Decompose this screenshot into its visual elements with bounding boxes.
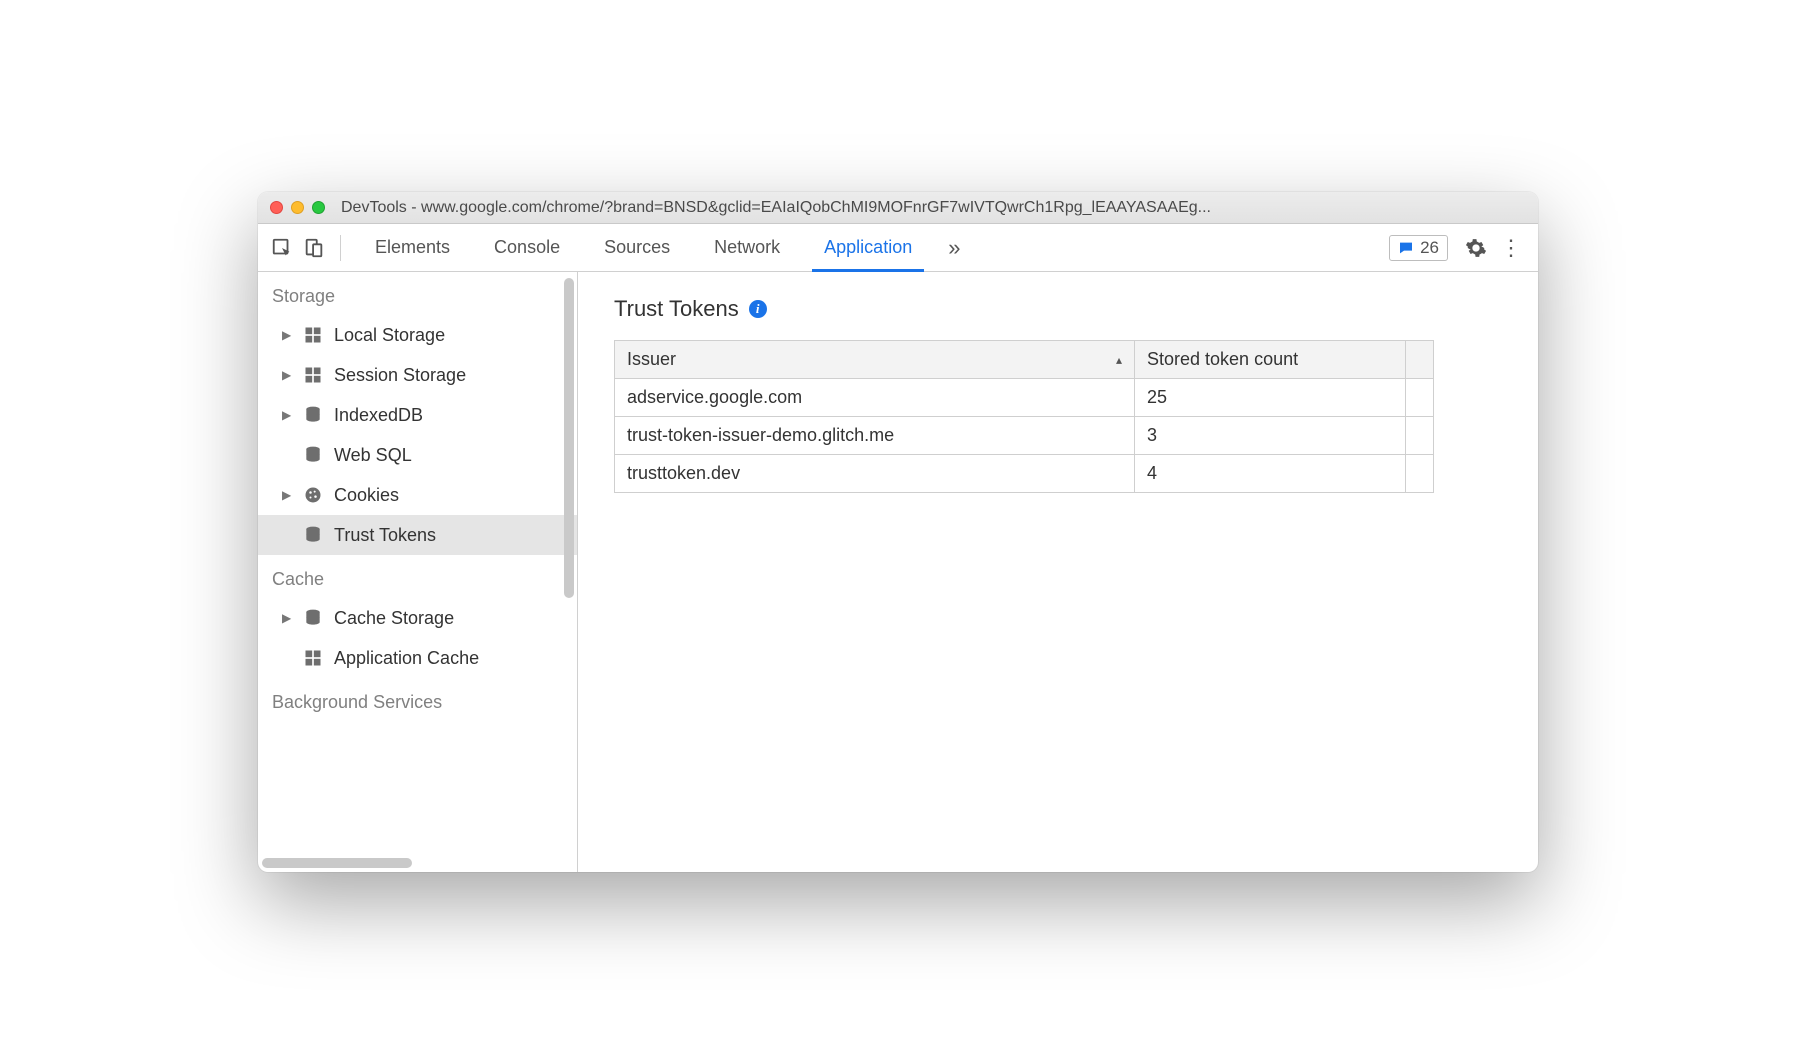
cell-issuer: trusttoken.dev	[615, 455, 1135, 493]
column-issuer[interactable]: Issuer	[615, 341, 1135, 379]
tab-application[interactable]: Application	[802, 224, 934, 271]
grid-icon	[302, 324, 324, 346]
cell-issuer: trust-token-issuer-demo.glitch.me	[615, 417, 1135, 455]
sidebar-item-cookies[interactable]: ▶ Cookies	[258, 475, 577, 515]
column-actions	[1406, 341, 1434, 379]
messages-badge[interactable]: 26	[1389, 235, 1448, 261]
sidebar-item-label: Web SQL	[334, 445, 412, 466]
devtools-window: DevTools - www.google.com/chrome/?brand=…	[258, 192, 1538, 872]
inspect-element-icon[interactable]	[268, 234, 296, 262]
tab-console[interactable]: Console	[472, 224, 582, 271]
grid-icon	[302, 647, 324, 669]
sidebar-item-local-storage[interactable]: ▶ Local Storage	[258, 315, 577, 355]
sidebar-item-session-storage[interactable]: ▶ Session Storage	[258, 355, 577, 395]
db-icon	[302, 607, 324, 629]
minimize-window-button[interactable]	[291, 201, 304, 214]
sidebar-item-indexeddb[interactable]: ▶ IndexedDB	[258, 395, 577, 435]
panel-tabs: Elements Console Sources Network Applica…	[353, 224, 974, 271]
table-row[interactable]: trusttoken.dev4	[615, 455, 1434, 493]
sidebar-scrollbar-horizontal[interactable]	[262, 858, 412, 868]
tab-sources[interactable]: Sources	[582, 224, 692, 271]
expand-arrow-icon[interactable]: ▶	[282, 328, 292, 342]
sidebar-item-cache-storage[interactable]: ▶ Cache Storage	[258, 598, 577, 638]
cookie-icon	[302, 484, 324, 506]
tab-elements[interactable]: Elements	[353, 224, 472, 271]
expand-arrow-icon[interactable]: ▶	[282, 611, 292, 625]
devtools-toolbar: Elements Console Sources Network Applica…	[258, 224, 1538, 272]
sidebar-item-trust-tokens[interactable]: Trust Tokens	[258, 515, 577, 555]
expand-arrow-icon[interactable]: ▶	[282, 408, 292, 422]
maximize-window-button[interactable]	[312, 201, 325, 214]
table-row[interactable]: trust-token-issuer-demo.glitch.me3	[615, 417, 1434, 455]
info-icon[interactable]: i	[749, 300, 767, 318]
sidebar-item-label: Application Cache	[334, 648, 479, 669]
tab-network[interactable]: Network	[692, 224, 802, 271]
sidebar-item-label: Local Storage	[334, 325, 445, 346]
application-main-pane: Trust Tokens i Issuer Stored token count…	[578, 272, 1538, 872]
grid-icon	[302, 364, 324, 386]
db-icon	[302, 404, 324, 426]
more-tabs-icon[interactable]: »	[934, 235, 974, 261]
cell-actions	[1406, 379, 1434, 417]
sidebar-item-label: Cookies	[334, 485, 399, 506]
expand-arrow-icon[interactable]: ▶	[282, 368, 292, 382]
application-sidebar: Storage ▶ Local Storage ▶ Session Storage ▶ In…	[258, 272, 578, 872]
expand-arrow-icon[interactable]: ▶	[282, 488, 292, 502]
device-toolbar-icon[interactable]	[300, 234, 328, 262]
sidebar-item-web-sql[interactable]: Web SQL	[258, 435, 577, 475]
devtools-body: Storage ▶ Local Storage ▶ Session Storage ▶ In…	[258, 272, 1538, 872]
cell-actions	[1406, 417, 1434, 455]
window-titlebar: DevTools - www.google.com/chrome/?brand=…	[258, 192, 1538, 224]
window-title: DevTools - www.google.com/chrome/?brand=…	[341, 199, 1526, 217]
cell-count: 4	[1135, 455, 1406, 493]
sidebar-group-title: Cache	[258, 555, 577, 598]
sidebar-item-label: Session Storage	[334, 365, 466, 386]
sidebar-item-application-cache[interactable]: Application Cache	[258, 638, 577, 678]
settings-icon[interactable]	[1462, 234, 1490, 262]
sidebar-scrollbar-vertical[interactable]	[564, 278, 574, 598]
column-stored-token-count[interactable]: Stored token count	[1135, 341, 1406, 379]
sidebar-group-title: Storage	[258, 272, 577, 315]
sidebar-item-label: IndexedDB	[334, 405, 423, 426]
close-window-button[interactable]	[270, 201, 283, 214]
sidebar-item-label: Cache Storage	[334, 608, 454, 629]
table-row[interactable]: adservice.google.com25	[615, 379, 1434, 417]
toolbar-separator	[340, 235, 341, 261]
kebab-menu-icon[interactable]: ⋮	[1494, 235, 1528, 261]
traffic-lights	[270, 201, 325, 214]
cell-issuer: adservice.google.com	[615, 379, 1135, 417]
messages-count: 26	[1420, 238, 1439, 258]
cell-actions	[1406, 455, 1434, 493]
cell-count: 25	[1135, 379, 1406, 417]
sidebar-item-label: Trust Tokens	[334, 525, 436, 546]
sidebar-group-title: Background Services	[258, 678, 577, 721]
pane-title: Trust Tokens i	[614, 296, 1502, 322]
pane-title-text: Trust Tokens	[614, 296, 739, 322]
db-icon	[302, 524, 324, 546]
db-icon	[302, 444, 324, 466]
cell-count: 3	[1135, 417, 1406, 455]
message-icon	[1398, 240, 1414, 256]
trust-tokens-table: Issuer Stored token count adservice.goog…	[614, 340, 1434, 493]
